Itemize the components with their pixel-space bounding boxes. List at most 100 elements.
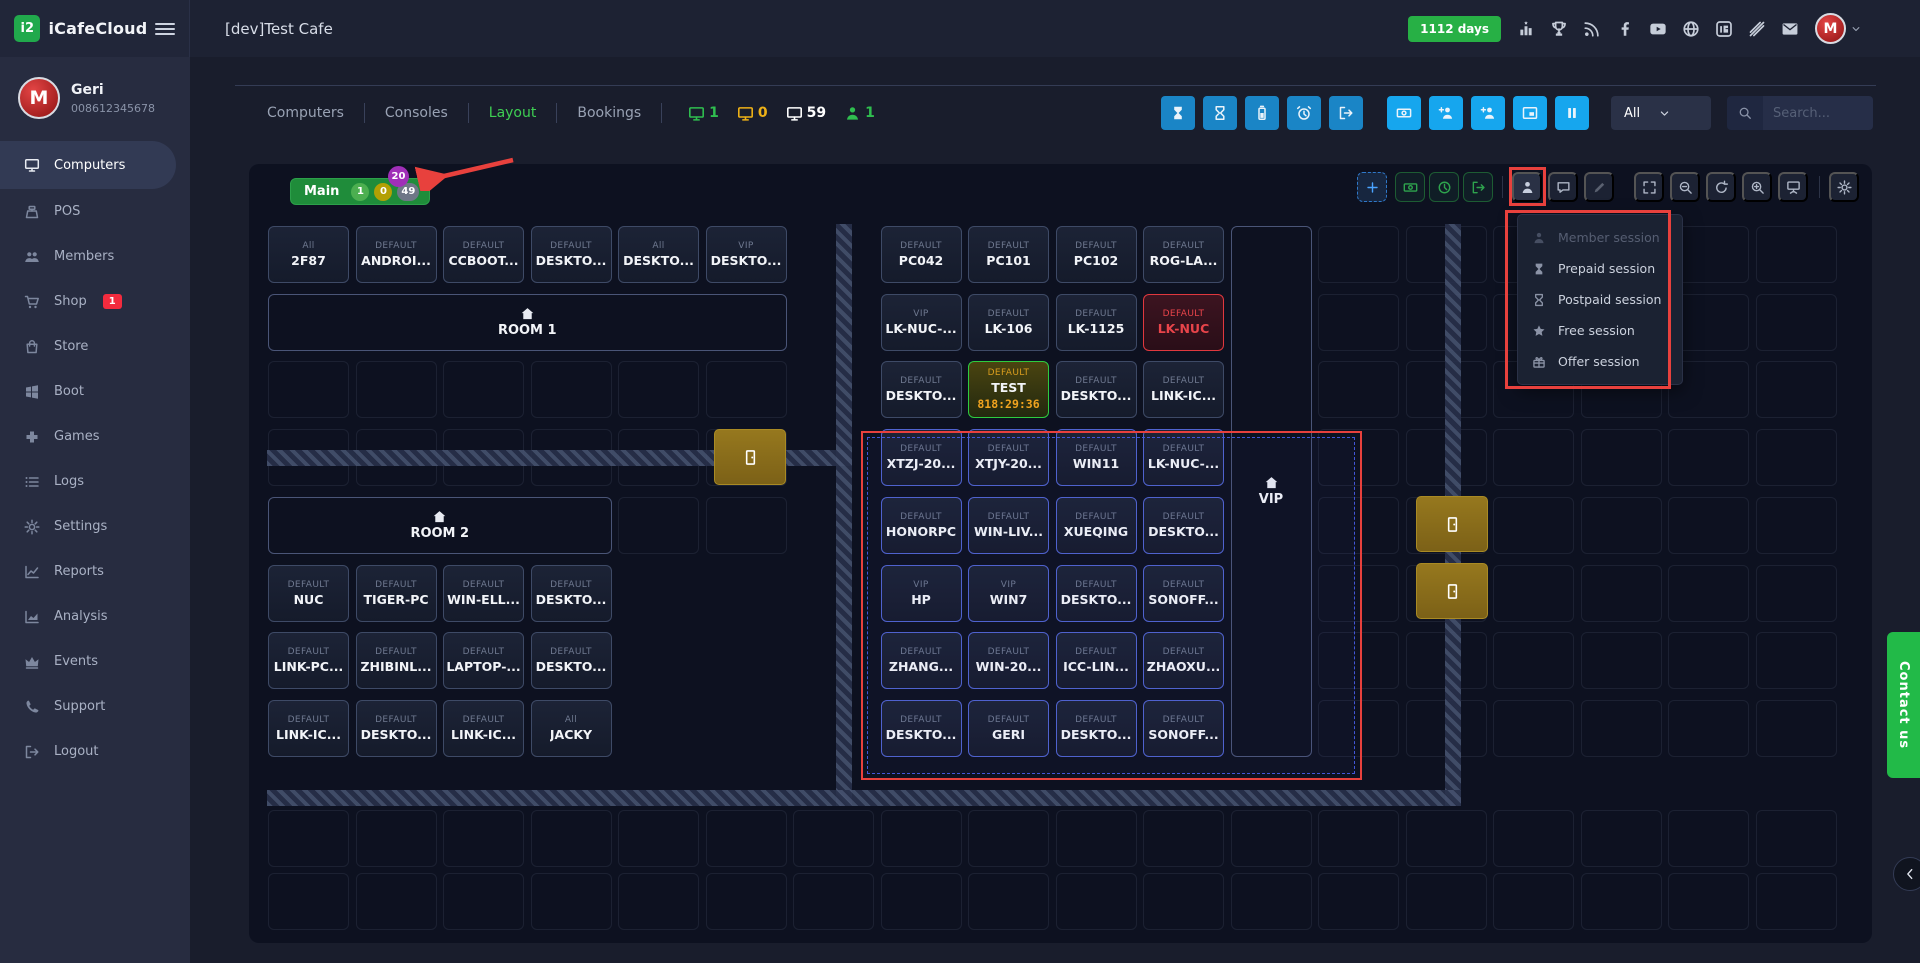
zoom-out-button[interactable]: [1670, 172, 1700, 202]
add-member-button[interactable]: [1429, 96, 1463, 130]
checkout-mode-button[interactable]: [1463, 172, 1493, 202]
computer-card-link-ic[interactable]: DEFAULTLINK-IC...: [1143, 361, 1224, 418]
tab-bookings[interactable]: Bookings: [557, 103, 662, 123]
icafe-icon[interactable]: [1715, 20, 1733, 38]
status-count-users[interactable]: 1: [844, 105, 875, 122]
stripes-icon[interactable]: [1748, 20, 1766, 38]
menu-item-postpaid-session[interactable]: Postpaid session: [1518, 284, 1682, 315]
computer-card-ccboot[interactable]: DEFAULTCCBOOT...: [443, 226, 524, 283]
sidebar-item-logs[interactable]: Logs: [0, 459, 190, 504]
computer-card-deskto[interactable]: DEFAULTDESKTO...: [881, 361, 962, 418]
rss-icon[interactable]: [1583, 20, 1601, 38]
computer-card-pc042[interactable]: DEFAULTPC042: [881, 226, 962, 283]
computer-card-zhibinl[interactable]: DEFAULTZHIBINL...: [356, 632, 437, 689]
tab-consoles[interactable]: Consoles: [365, 103, 469, 123]
mail-icon[interactable]: [1781, 20, 1799, 38]
sidebar-item-analysis[interactable]: Analysis: [0, 594, 190, 639]
sidebar-item-members[interactable]: Members: [0, 234, 190, 279]
sidebar-item-support[interactable]: Support: [0, 684, 190, 729]
sidebar-item-store[interactable]: Store: [0, 324, 190, 369]
screen-button[interactable]: [1513, 96, 1547, 130]
layout-settings-button[interactable]: [1829, 172, 1859, 202]
user-avatar[interactable]: M: [18, 77, 60, 119]
hamburger-menu-icon[interactable]: [155, 23, 175, 35]
computer-card-pc101[interactable]: DEFAULTPC101: [968, 226, 1049, 283]
payment-button[interactable]: [1387, 96, 1421, 130]
battery-button[interactable]: [1245, 96, 1279, 130]
presentation-button[interactable]: [1778, 172, 1808, 202]
pause-button[interactable]: [1555, 96, 1589, 130]
prepaid-session-button[interactable]: [1161, 96, 1195, 130]
computer-card-deskto[interactable]: DEFAULTDESKTO...: [531, 226, 612, 283]
globe-icon[interactable]: [1682, 20, 1700, 38]
alarm-button[interactable]: [1287, 96, 1321, 130]
map-tab-main[interactable]: Main 1049: [290, 178, 430, 205]
contact-us-button[interactable]: Contact us: [1887, 632, 1920, 778]
computer-card-lk-nuc-[interactable]: VIPLK-NUC-...: [881, 294, 962, 351]
sidebar-item-games[interactable]: Games: [0, 414, 190, 459]
chat-button[interactable]: [1548, 172, 1578, 202]
status-count-computers-1[interactable]: 0: [737, 105, 768, 122]
menu-item-member-session[interactable]: Member session: [1518, 222, 1682, 253]
computer-card-deskto[interactable]: VIPDESKTO...: [706, 226, 787, 283]
computer-card-nuc[interactable]: DEFAULTNUC: [268, 565, 349, 622]
computer-card-tiger-pc[interactable]: DEFAULTTIGER-PC: [356, 565, 437, 622]
computer-card-lk-1125[interactable]: DEFAULTLK-1125: [1056, 294, 1137, 351]
computer-card-laptop-[interactable]: DEFAULTLAPTOP-...: [443, 632, 524, 689]
fullscreen-button[interactable]: [1634, 172, 1664, 202]
door-3[interactable]: [1416, 563, 1488, 619]
sidebar-item-computers[interactable]: Computers: [0, 141, 176, 189]
computer-card-lk-nuc[interactable]: DEFAULTLK-NUC: [1143, 294, 1224, 351]
computer-card-androi[interactable]: DEFAULTANDROI...: [356, 226, 437, 283]
menu-item-offer-session[interactable]: Offer session: [1518, 346, 1682, 377]
license-days-badge[interactable]: 1112 days: [1408, 16, 1501, 42]
computer-card-deskto[interactable]: DEFAULTDESKTO...: [356, 700, 437, 757]
computer-card-deskto[interactable]: DEFAULTDESKTO...: [1056, 361, 1137, 418]
menu-item-prepaid-session[interactable]: Prepaid session: [1518, 253, 1682, 284]
computer-card-deskto[interactable]: DEFAULTDESKTO...: [531, 632, 612, 689]
search-input[interactable]: [1763, 96, 1873, 130]
facebook-icon[interactable]: [1616, 20, 1634, 38]
sidebar-item-boot[interactable]: Boot: [0, 369, 190, 414]
status-count-computers-2[interactable]: 59: [786, 105, 826, 122]
tab-computers[interactable]: Computers: [247, 103, 365, 123]
session-menu-button[interactable]: [1512, 172, 1542, 202]
computer-card-link-ic[interactable]: DEFAULTLINK-IC...: [268, 700, 349, 757]
ranking-icon[interactable]: [1517, 20, 1535, 38]
door-2[interactable]: [1416, 496, 1488, 552]
checkout-button[interactable]: [1329, 96, 1363, 130]
computer-card-deskto[interactable]: AllDESKTO...: [618, 226, 699, 283]
reset-view-button[interactable]: [1706, 172, 1736, 202]
postpaid-session-button[interactable]: [1203, 96, 1237, 130]
tab-layout[interactable]: Layout: [469, 103, 558, 123]
door-1[interactable]: [714, 429, 786, 485]
menu-item-free-session[interactable]: Free session: [1518, 315, 1682, 346]
computer-card-link-pc[interactable]: DEFAULTLINK-PC...: [268, 632, 349, 689]
money-mode-button[interactable]: [1395, 172, 1425, 202]
add-map-button[interactable]: [1357, 172, 1387, 202]
sidebar-item-events[interactable]: Events: [0, 639, 190, 684]
computer-card-lk-106[interactable]: DEFAULTLK-106: [968, 294, 1049, 351]
sidebar-item-reports[interactable]: Reports: [0, 549, 190, 594]
computer-card-win-ell[interactable]: DEFAULTWIN-ELL...: [443, 565, 524, 622]
computer-card-deskto[interactable]: DEFAULTDESKTO...: [531, 565, 612, 622]
computer-card-pc102[interactable]: DEFAULTPC102: [1056, 226, 1137, 283]
panel-collapse-chevron[interactable]: [1893, 857, 1920, 891]
computer-card-rog-la[interactable]: DEFAULTROG-LA...: [1143, 226, 1224, 283]
computer-card-jacky[interactable]: AllJACKY: [531, 700, 612, 757]
time-mode-button[interactable]: [1429, 172, 1459, 202]
trophy-icon[interactable]: [1550, 20, 1568, 38]
computer-card-test[interactable]: DEFAULTTEST818:29:36: [968, 361, 1049, 418]
zoom-in-button[interactable]: [1742, 172, 1772, 202]
youtube-icon[interactable]: [1649, 20, 1667, 38]
group-filter-select[interactable]: All: [1611, 96, 1711, 130]
computer-card-2f87[interactable]: All2F87: [268, 226, 349, 283]
sidebar-item-shop[interactable]: Shop1: [0, 279, 190, 324]
sidebar-item-settings[interactable]: Settings: [0, 504, 190, 549]
sidebar-item-pos[interactable]: POS: [0, 189, 190, 234]
sidebar-item-logout[interactable]: Logout: [0, 729, 190, 774]
computer-card-link-ic[interactable]: DEFAULTLINK-IC...: [443, 700, 524, 757]
user-avatar-menu[interactable]: M: [1815, 13, 1862, 44]
edit-button[interactable]: [1584, 172, 1614, 202]
add-guest-button[interactable]: [1471, 96, 1505, 130]
